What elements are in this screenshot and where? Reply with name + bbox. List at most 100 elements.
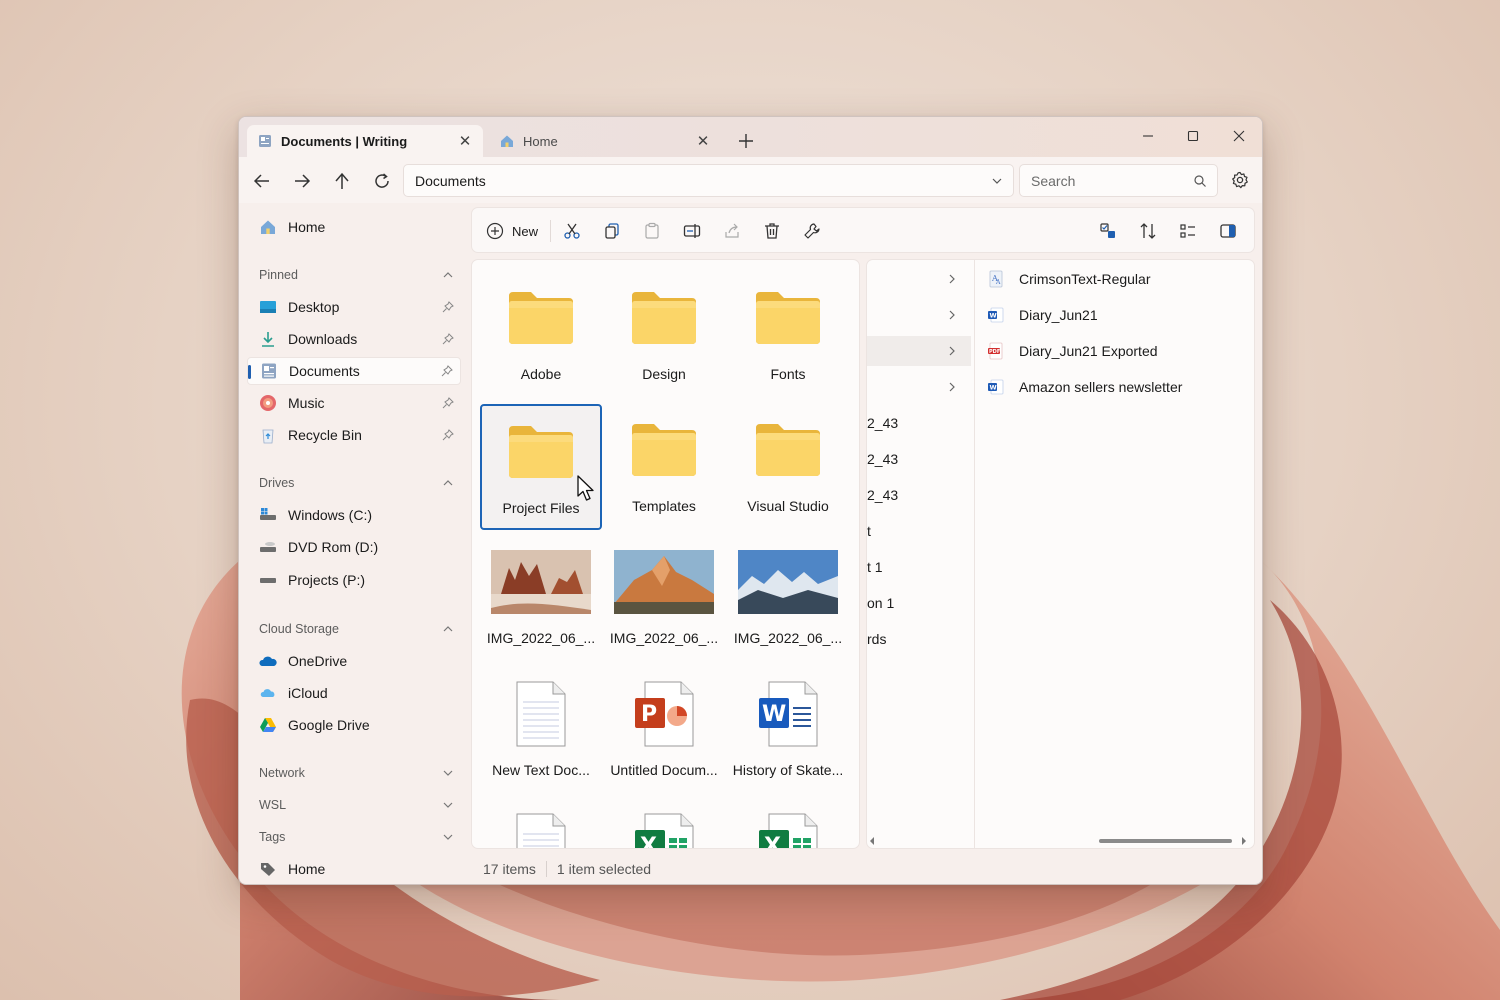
sidebar-item-icloud[interactable]: iCloud	[247, 679, 461, 707]
pin-icon[interactable]	[441, 300, 455, 314]
pin-icon[interactable]	[441, 332, 455, 346]
list-item[interactable]: PDF Diary_Jun21 Exported	[987, 336, 1158, 366]
sidebar-item-onedrive[interactable]: OneDrive	[247, 647, 461, 675]
folder-tile-visual-studio[interactable]: Visual Studio	[727, 404, 849, 530]
maximize-button[interactable]	[1170, 121, 1216, 151]
folder-tile-project-files[interactable]: Project Files	[480, 404, 602, 530]
minimize-icon	[1143, 135, 1153, 137]
wsl-section-header[interactable]: WSL	[259, 795, 461, 815]
svg-text:P: P	[641, 702, 657, 727]
list-item[interactable]	[867, 372, 971, 402]
network-section-header[interactable]: Network	[259, 763, 461, 783]
sidebar-item-tag-home[interactable]: Home	[247, 855, 461, 883]
folder-icon	[727, 404, 849, 496]
pin-icon[interactable]	[441, 428, 455, 442]
list-item[interactable]: rds	[867, 624, 971, 654]
file-tile-new-text-doc[interactable]: New Text Doc...	[480, 668, 602, 794]
rename-button[interactable]	[680, 219, 704, 243]
list-item[interactable]: W Diary_Jun21	[987, 300, 1098, 330]
properties-button[interactable]	[800, 219, 824, 243]
layout-button[interactable]	[1176, 219, 1200, 243]
sidebar-item-google-drive[interactable]: Google Drive	[247, 711, 461, 739]
sidebar-item-label: Recycle Bin	[288, 427, 362, 443]
command-toolbar: New	[471, 207, 1255, 253]
forward-button[interactable]	[288, 167, 316, 195]
sidebar-item-label: Home	[288, 861, 326, 877]
file-tile-img-2022-06[interactable]: IMG_2022_06_...	[727, 536, 849, 662]
folder-tile-design[interactable]: Design	[603, 272, 725, 398]
onedrive-icon	[259, 652, 277, 670]
list-item[interactable]: on 1	[867, 588, 971, 618]
new-tab-button[interactable]	[735, 130, 757, 152]
tile-label: Templates	[632, 498, 696, 514]
copy-button[interactable]	[600, 219, 624, 243]
list-item[interactable]: 2_43	[867, 480, 971, 510]
sidebar-item-home[interactable]: Home	[247, 213, 461, 241]
minimize-button[interactable]	[1125, 121, 1171, 151]
sidebar-item-recycle-bin[interactable]: Recycle Bin	[247, 421, 461, 449]
sidebar-item-projects-p[interactable]: Projects (P:)	[247, 566, 461, 594]
list-item[interactable]: AA CrimsonText-Regular	[987, 264, 1150, 294]
list-item[interactable]: 2_43	[867, 444, 971, 474]
address-bar[interactable]: Documents	[403, 164, 1014, 197]
tab-home[interactable]: Home ✕	[489, 125, 721, 157]
file-tile-history-of-skate[interactable]: W History of Skate...	[727, 668, 849, 794]
horizontal-scrollbar[interactable]	[867, 834, 1254, 848]
tags-section-header[interactable]: Tags	[259, 827, 461, 847]
sidebar-item-label: iCloud	[288, 685, 328, 701]
section-label: Cloud Storage	[259, 622, 339, 636]
search-input[interactable]: Search	[1019, 164, 1218, 197]
cloud-storage-section-header[interactable]: Cloud Storage	[259, 619, 461, 639]
list-item[interactable]	[867, 300, 971, 330]
tab-documents[interactable]: Documents | Writing ✕	[247, 125, 483, 157]
folder-tile-fonts[interactable]: Fonts	[727, 272, 849, 398]
up-button[interactable]	[328, 167, 356, 195]
pin-icon[interactable]	[440, 364, 454, 378]
folder-icon	[727, 272, 849, 364]
sort-button[interactable]	[1136, 219, 1160, 243]
word-file-icon: W	[987, 306, 1005, 324]
copy-icon	[605, 223, 619, 239]
file-tile-excel[interactable]: X	[603, 800, 725, 848]
sidebar-item-windows-c[interactable]: Windows (C:)	[247, 501, 461, 529]
folder-tile-templates[interactable]: Templates	[603, 404, 725, 530]
select-mode-button[interactable]	[1096, 219, 1120, 243]
paste-button[interactable]	[640, 219, 664, 243]
sidebar-item-music[interactable]: Music	[247, 389, 461, 417]
share-button[interactable]	[720, 219, 744, 243]
preview-pane-button[interactable]	[1216, 219, 1240, 243]
sidebar-item-dvd-rom-d[interactable]: DVD Rom (D:)	[247, 533, 461, 561]
list-item[interactable]: t	[867, 516, 971, 546]
powerpoint-file-icon: P	[603, 668, 725, 760]
file-tile-text[interactable]	[480, 800, 602, 848]
pinned-section-header[interactable]: Pinned	[259, 265, 461, 285]
close-window-button[interactable]	[1216, 121, 1262, 151]
close-tab-icon[interactable]: ✕	[457, 133, 473, 150]
plus-circle-icon	[486, 222, 504, 240]
drives-section-header[interactable]: Drives	[259, 473, 461, 493]
refresh-button[interactable]	[368, 167, 396, 195]
new-button[interactable]: New	[484, 219, 540, 243]
svg-text:PDF: PDF	[989, 349, 1000, 355]
file-tile-untitled-docum[interactable]: P Untitled Docum...	[603, 668, 725, 794]
sidebar-item-desktop[interactable]: Desktop	[247, 293, 461, 321]
scrollbar-thumb	[1099, 839, 1232, 843]
sidebar-item-downloads[interactable]: Downloads	[247, 325, 461, 353]
list-item[interactable]: 2_43	[867, 408, 971, 438]
folder-tile-adobe[interactable]: Adobe	[480, 272, 602, 398]
chevron-down-icon[interactable]	[989, 173, 1005, 189]
list-item[interactable]	[867, 336, 971, 366]
file-tile-img-2022-06[interactable]: IMG_2022_06_...	[603, 536, 725, 662]
file-tile-img-2022-06[interactable]: IMG_2022_06_...	[480, 536, 602, 662]
back-button[interactable]	[248, 167, 276, 195]
list-item[interactable]	[867, 264, 971, 294]
cut-button[interactable]	[560, 219, 584, 243]
settings-button[interactable]	[1227, 167, 1253, 193]
pin-icon[interactable]	[441, 396, 455, 410]
sidebar-item-documents[interactable]: Documents	[247, 357, 461, 385]
delete-button[interactable]	[760, 219, 784, 243]
close-tab-icon[interactable]: ✕	[695, 133, 711, 150]
list-item[interactable]: t 1	[867, 552, 971, 582]
file-tile-excel[interactable]: X	[727, 800, 849, 848]
list-item[interactable]: W Amazon sellers newsletter	[987, 372, 1182, 402]
